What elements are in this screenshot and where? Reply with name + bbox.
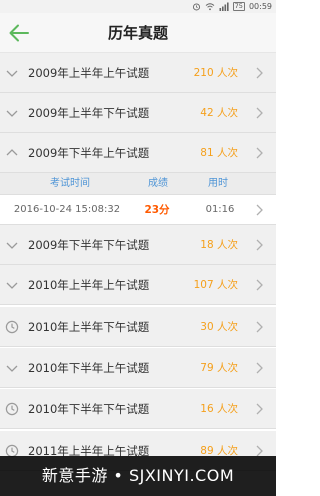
wifi-icon	[205, 3, 214, 11]
alarm-icon	[192, 3, 200, 11]
exam-count: 107 人次	[193, 279, 238, 291]
exam-row[interactable]: 2010年上半年下午试题 30 人次	[0, 307, 276, 347]
chevron-right-icon	[256, 67, 263, 79]
battery-indicator: 75	[232, 2, 245, 11]
exam-row[interactable]: 2009年上半年上午试题 210 人次	[0, 53, 276, 93]
column-header-duration: 用时	[208, 178, 228, 189]
exam-name: 2010年下半年上午试题	[28, 361, 150, 375]
record-row[interactable]: 2016-10-24 15:08:32 23分 01:16	[0, 195, 276, 225]
exam-row-expanded[interactable]: 2009年下半年上午试题 81 人次	[0, 133, 276, 173]
chevron-right-icon	[256, 107, 263, 119]
chevron-down-icon	[6, 70, 18, 77]
chevron-up-icon	[6, 149, 18, 156]
exam-row[interactable]: 2010年下半年下午试题 16 人次	[0, 389, 276, 429]
chevron-down-icon	[6, 365, 18, 372]
exam-name: 2009年上半年上午试题	[28, 66, 150, 80]
chevron-right-icon	[256, 321, 263, 333]
chevron-right-icon	[256, 362, 263, 374]
record-score: 23分	[144, 204, 170, 216]
column-header-score: 成绩	[148, 178, 168, 189]
exam-count: 81 人次	[200, 147, 238, 159]
clock-icon	[5, 402, 19, 416]
exam-name: 2010年上半年上午试题	[28, 278, 150, 292]
chevron-down-icon	[6, 242, 18, 249]
signal-icon	[219, 2, 229, 11]
exam-count: 42 人次	[200, 107, 238, 119]
watermark-text: 新意手游 • SJXINYI.COM	[41, 466, 235, 485]
chevron-right-icon	[256, 147, 263, 159]
back-arrow-icon[interactable]	[6, 20, 32, 46]
exam-count: 18 人次	[200, 239, 238, 251]
exam-count: 79 人次	[200, 362, 238, 374]
exam-name: 2009年下半年下午试题	[28, 238, 150, 252]
record-table-header: 考试时间 成绩 用时	[0, 173, 276, 195]
record-time: 2016-10-24 15:08:32	[13, 204, 121, 215]
exam-row[interactable]: 2010年上半年上午试题 107 人次	[0, 265, 276, 305]
chevron-right-icon	[256, 239, 263, 251]
exam-row[interactable]: 2010年下半年上午试题 79 人次	[0, 348, 276, 388]
exam-row[interactable]: 2009年上半年下午试题 42 人次	[0, 93, 276, 133]
page-title: 历年真题	[107, 24, 168, 42]
record-duration: 01:16	[205, 204, 235, 215]
exam-count: 30 人次	[200, 321, 238, 333]
status-bar: 75 00:59	[0, 0, 276, 13]
clock-icon	[5, 320, 19, 334]
chevron-down-icon	[6, 110, 18, 117]
exam-name: 2010年上半年下午试题	[28, 320, 150, 334]
column-header-time: 考试时间	[50, 178, 90, 189]
nav-bar: 历年真题	[0, 13, 276, 53]
exam-row[interactable]: 2009年下半年下午试题 18 人次	[0, 225, 276, 265]
exam-count: 210 人次	[193, 67, 238, 79]
exam-name: 2009年下半年上午试题	[28, 146, 150, 160]
chevron-right-icon	[256, 279, 263, 291]
chevron-down-icon	[6, 282, 18, 289]
exam-name: 2010年下半年下午试题	[28, 402, 150, 416]
exam-name: 2009年上半年下午试题	[28, 106, 150, 120]
chevron-right-icon	[256, 403, 263, 415]
status-time: 00:59	[248, 2, 272, 11]
chevron-right-icon	[256, 204, 263, 216]
status-icons: 75 00:59	[192, 0, 272, 13]
watermark-banner: 新意手游 • SJXINYI.COM	[0, 456, 276, 496]
exam-count: 16 人次	[200, 403, 238, 415]
